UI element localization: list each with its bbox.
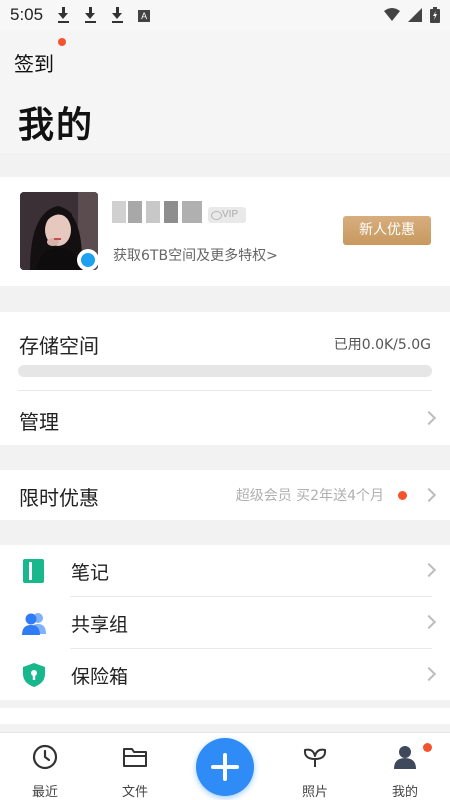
- battery-icon: [430, 7, 440, 23]
- list-item-safe-box[interactable]: 保险箱: [0, 649, 450, 700]
- clock-icon: [32, 744, 58, 770]
- next-section-peek: [0, 708, 450, 724]
- storage-progress-bar: [18, 365, 432, 377]
- notification-a-icon: A: [138, 9, 151, 22]
- list-item-share-group[interactable]: 共享组: [0, 597, 450, 648]
- wifi-icon: [384, 8, 400, 21]
- me-badge-dot: [423, 743, 432, 752]
- chevron-right-icon: [421, 487, 437, 503]
- tab-files[interactable]: 文件: [90, 733, 180, 800]
- manage-row[interactable]: 管理: [0, 391, 450, 445]
- tools-list: 笔记 共享组 保险箱: [0, 545, 450, 700]
- storage-title: 存储空间: [19, 334, 99, 358]
- tab-label: 照片: [301, 785, 328, 800]
- list-item-notes[interactable]: 笔记: [0, 545, 450, 596]
- tab-label: 我的: [391, 785, 418, 800]
- page-header: 签到 我的: [0, 30, 450, 153]
- chevron-right-icon: [421, 410, 437, 426]
- storage-card: 存储空间 已用0.0K/5.0G 管理: [0, 312, 450, 445]
- chevron-right-icon: [421, 666, 437, 682]
- add-button[interactable]: [196, 738, 254, 796]
- profile-card[interactable]: VIP 获取6TB空间及更多特权> 新人优惠: [0, 177, 450, 286]
- photo-leaf-icon: [303, 748, 327, 767]
- signin-button[interactable]: 签到: [14, 48, 54, 77]
- manage-label: 管理: [19, 410, 59, 434]
- vip-promo-link[interactable]: 获取6TB空间及更多特权>: [113, 245, 278, 265]
- tab-me[interactable]: 我的: [360, 733, 450, 800]
- chevron-right-icon: [421, 614, 437, 630]
- vip-badge: VIP: [208, 207, 246, 223]
- shield-lock-icon: [23, 663, 45, 687]
- limited-offer-row[interactable]: 限时优惠 超级会员 买2年送4个月: [0, 470, 450, 520]
- download-icon: [84, 7, 98, 23]
- group-icon: [22, 613, 46, 635]
- storage-used-text: 已用0.0K/5.0G: [333, 337, 431, 353]
- username-blurred: [112, 201, 206, 223]
- tab-label: 最近: [31, 785, 58, 800]
- folder-icon: [123, 748, 147, 767]
- status-bar: 5:05 A: [0, 0, 450, 30]
- list-item-label: 保险箱: [71, 666, 129, 688]
- list-item-label: 共享组: [71, 614, 129, 636]
- page-title: 我的: [18, 105, 95, 146]
- qq-icon: [81, 253, 95, 267]
- chevron-right-icon: [421, 562, 437, 578]
- signal-icon: [408, 8, 422, 22]
- tab-photos[interactable]: 照片: [270, 733, 360, 800]
- download-icon: [111, 7, 125, 23]
- limited-offer-subtext: 超级会员 买2年送4个月: [235, 488, 384, 504]
- status-time: 5:05: [10, 5, 44, 24]
- person-icon: [394, 746, 416, 769]
- notebook-icon: [23, 559, 44, 583]
- download-icon: [57, 7, 71, 23]
- tab-label: 文件: [121, 785, 148, 800]
- limited-offer-label: 限时优惠: [19, 486, 99, 510]
- new-user-offer-button[interactable]: 新人优惠: [343, 216, 431, 245]
- limited-offer-badge-dot: [398, 491, 407, 500]
- list-item-label: 笔记: [71, 562, 110, 584]
- tab-recent[interactable]: 最近: [0, 733, 90, 800]
- qq-login-badge: [77, 249, 99, 271]
- signin-badge-dot: [58, 38, 66, 46]
